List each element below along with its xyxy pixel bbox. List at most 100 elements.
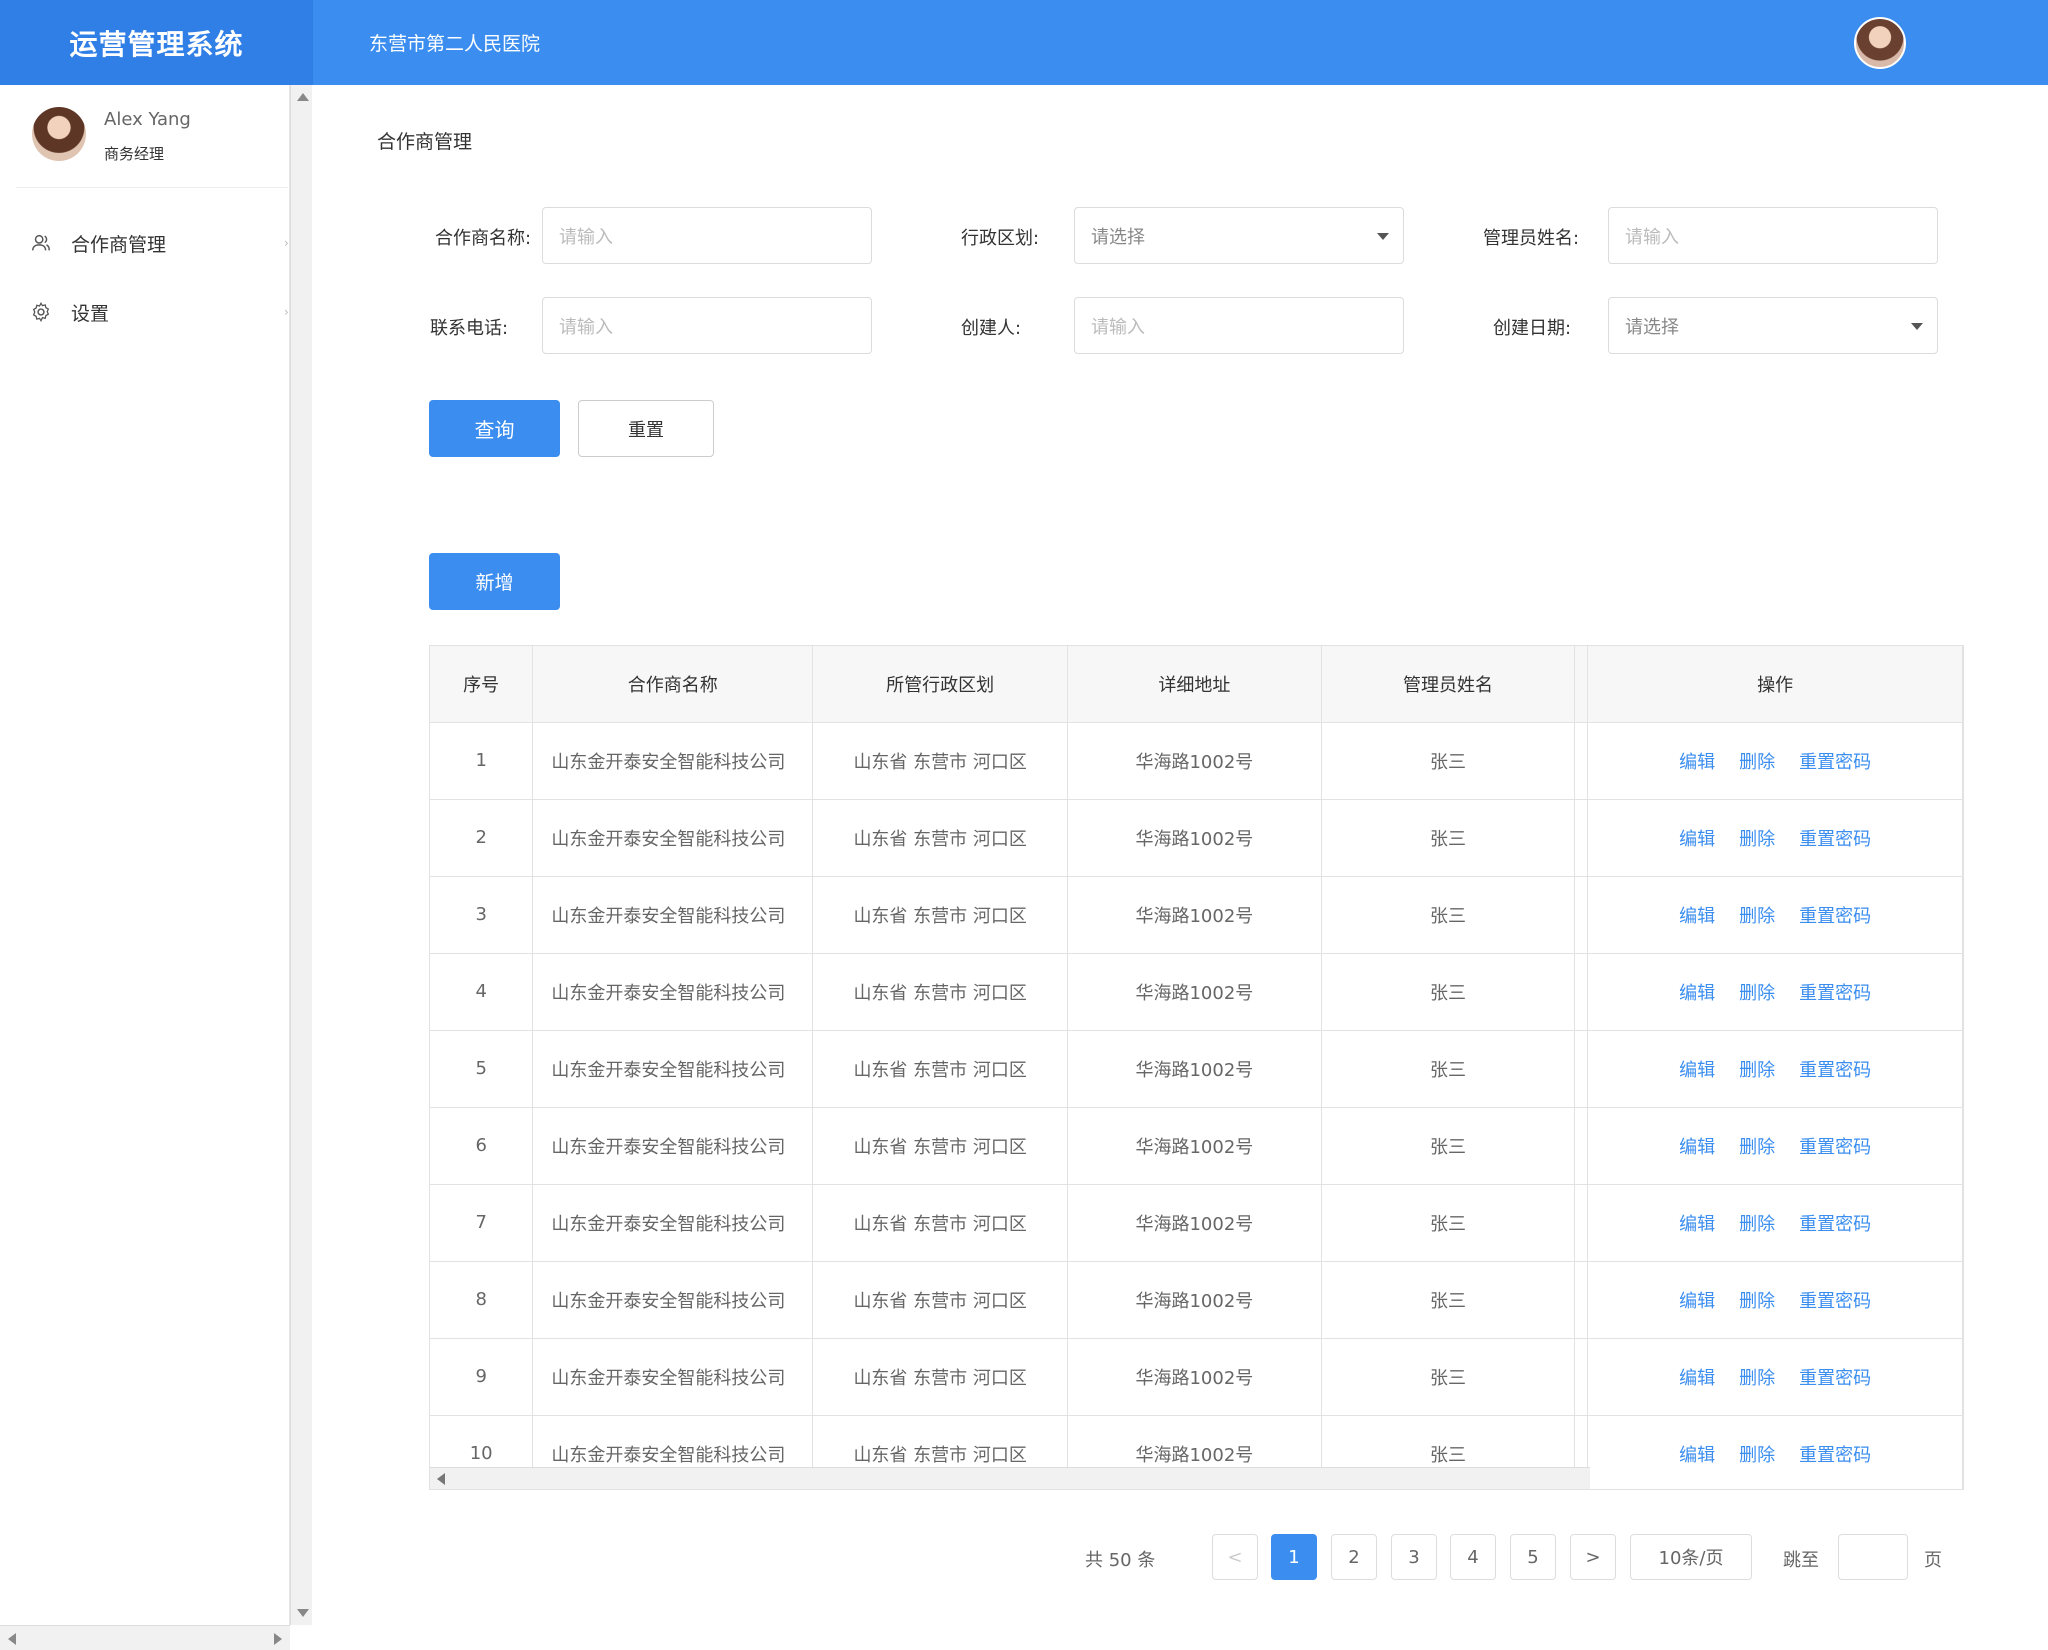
cell-actions: 编辑 删除 重置密码 [1587, 1415, 1963, 1489]
delete-link[interactable]: 删除 [1739, 1214, 1775, 1235]
edit-link[interactable]: 编辑 [1679, 752, 1715, 773]
delete-link[interactable]: 删除 [1739, 906, 1775, 927]
caret-down-icon [1377, 233, 1389, 240]
cell-region: 山东省 东营市 河口区 [812, 1030, 1069, 1108]
cell-admin-name: 张三 [1321, 722, 1576, 800]
partner-table: 序号 合作商名称 所管行政区划 详细地址 管理员姓名 操作 1 山东金开泰安全智能… [429, 645, 1964, 1490]
caret-down-icon [1911, 323, 1923, 330]
app-brand: 运营管理系统 [0, 0, 313, 85]
delete-link[interactable]: 删除 [1739, 983, 1775, 1004]
reset-password-link[interactable]: 重置密码 [1799, 906, 1871, 927]
query-button[interactable]: 查询 [429, 400, 560, 457]
edit-link[interactable]: 编辑 [1679, 829, 1715, 850]
pagination-page-5[interactable]: 5 [1510, 1534, 1556, 1580]
cell-admin-name: 张三 [1321, 876, 1576, 954]
column-header-index: 序号 [430, 646, 534, 723]
cell-actions: 编辑 删除 重置密码 [1587, 722, 1963, 800]
cell-partner-name: 山东金开泰安全智能科技公司 [532, 1107, 814, 1185]
admin-name-input[interactable]: 请输入 [1608, 207, 1938, 264]
region-label: 行政区划: [961, 228, 1040, 249]
cell-address: 华海路1002号 [1067, 1184, 1322, 1262]
sidebar-item-settings[interactable]: 设置 › [0, 287, 290, 337]
pagination-next-button[interactable]: > [1570, 1534, 1616, 1580]
edit-link[interactable]: 编辑 [1679, 1060, 1715, 1081]
delete-link[interactable]: 删除 [1739, 1368, 1775, 1389]
sidebar-item-partner-management[interactable]: 合作商管理 › [0, 218, 290, 268]
table-row: 8 山东金开泰安全智能科技公司 山东省 东营市 河口区 华海路1002号 张三 编辑 删除 重… [430, 1261, 1963, 1339]
edit-link[interactable]: 编辑 [1679, 1214, 1715, 1235]
edit-link[interactable]: 编辑 [1679, 1291, 1715, 1312]
add-button[interactable]: 新增 [429, 553, 560, 610]
edit-link[interactable]: 编辑 [1679, 983, 1715, 1004]
region-select-value: 请选择 [1091, 226, 1145, 248]
reset-password-link[interactable]: 重置密码 [1799, 983, 1871, 1004]
phone-input[interactable]: 请输入 [542, 297, 872, 354]
delete-link[interactable]: 删除 [1739, 829, 1775, 850]
header-avatar[interactable] [1854, 17, 1906, 69]
partner-name-input[interactable]: 请输入 [542, 207, 872, 264]
reset-password-link[interactable]: 重置密码 [1799, 752, 1871, 773]
reset-password-link[interactable]: 重置密码 [1799, 829, 1871, 850]
cell-gap [1574, 1107, 1589, 1185]
reset-password-link[interactable]: 重置密码 [1799, 1291, 1871, 1312]
edit-link[interactable]: 编辑 [1679, 1137, 1715, 1158]
cell-partner-name: 山东金开泰安全智能科技公司 [532, 1184, 814, 1262]
sidebar-vertical-scrollbar[interactable] [290, 85, 312, 1625]
scroll-right-icon[interactable] [274, 1633, 282, 1645]
sidebar-horizontal-scrollbar[interactable] [0, 1625, 290, 1650]
delete-link[interactable]: 删除 [1739, 1445, 1775, 1466]
sidebar-item-label: 设置 [71, 302, 110, 325]
pagination-page-size-select[interactable]: 10条/页 [1630, 1534, 1752, 1580]
edit-link[interactable]: 编辑 [1679, 1368, 1715, 1389]
delete-link[interactable]: 删除 [1739, 1060, 1775, 1081]
partner-name-label: 合作商名称: [435, 228, 532, 249]
reset-password-link[interactable]: 重置密码 [1799, 1060, 1871, 1081]
reset-password-link[interactable]: 重置密码 [1799, 1214, 1871, 1235]
pagination-prev-button[interactable]: < [1212, 1534, 1258, 1580]
scroll-down-icon[interactable] [297, 1609, 309, 1617]
scroll-up-icon[interactable] [297, 93, 309, 101]
edit-link[interactable]: 编辑 [1679, 906, 1715, 927]
reset-password-link[interactable]: 重置密码 [1799, 1368, 1871, 1389]
reset-password-link[interactable]: 重置密码 [1799, 1445, 1871, 1466]
cell-index: 9 [430, 1338, 534, 1416]
gear-icon [32, 302, 50, 323]
cell-gap [1574, 722, 1589, 800]
table-row: 1 山东金开泰安全智能科技公司 山东省 东营市 河口区 华海路1002号 张三 编辑 删除 重… [430, 722, 1963, 800]
scroll-left-icon[interactable] [437, 1473, 445, 1485]
pagination-page-2[interactable]: 2 [1331, 1534, 1377, 1580]
sidebar-divider [16, 187, 288, 188]
admin-name-label: 管理员姓名: [1483, 228, 1580, 249]
table-row: 2 山东金开泰安全智能科技公司 山东省 东营市 河口区 华海路1002号 张三 编辑 删除 重… [430, 799, 1963, 877]
table-row: 6 山东金开泰安全智能科技公司 山东省 东营市 河口区 华海路1002号 张三 编辑 删除 重… [430, 1107, 1963, 1185]
created-date-select[interactable]: 请选择 [1608, 297, 1938, 354]
edit-link[interactable]: 编辑 [1679, 1445, 1715, 1466]
created-date-label: 创建日期: [1493, 318, 1572, 339]
table-row: 9 山东金开泰安全智能科技公司 山东省 东营市 河口区 华海路1002号 张三 编辑 删除 重… [430, 1338, 1963, 1416]
delete-link[interactable]: 删除 [1739, 1137, 1775, 1158]
reset-button[interactable]: 重置 [578, 400, 714, 457]
pagination-jump-input[interactable] [1838, 1534, 1908, 1580]
cell-address: 华海路1002号 [1067, 1338, 1322, 1416]
creator-input[interactable]: 请输入 [1074, 297, 1404, 354]
table-horizontal-scrollbar[interactable] [430, 1467, 1590, 1489]
cell-admin-name: 张三 [1321, 1261, 1576, 1339]
sidebar-item-label: 合作商管理 [71, 233, 167, 256]
cell-address: 华海路1002号 [1067, 876, 1322, 954]
cell-index: 1 [430, 722, 534, 800]
delete-link[interactable]: 删除 [1739, 752, 1775, 773]
cell-region: 山东省 东营市 河口区 [812, 1338, 1069, 1416]
cell-admin-name: 张三 [1321, 1184, 1576, 1262]
column-header-admin-name: 管理员姓名 [1321, 646, 1576, 723]
pagination-page-3[interactable]: 3 [1391, 1534, 1437, 1580]
pagination-page-1[interactable]: 1 [1271, 1534, 1317, 1580]
table-header-row: 序号 合作商名称 所管行政区划 详细地址 管理员姓名 操作 [430, 646, 1963, 723]
cell-actions: 编辑 删除 重置密码 [1587, 1184, 1963, 1262]
table-row: 3 山东金开泰安全智能科技公司 山东省 东营市 河口区 华海路1002号 张三 编辑 删除 重… [430, 876, 1963, 954]
reset-password-link[interactable]: 重置密码 [1799, 1137, 1871, 1158]
scroll-left-icon[interactable] [8, 1633, 16, 1645]
pagination-page-4[interactable]: 4 [1450, 1534, 1496, 1580]
delete-link[interactable]: 删除 [1739, 1291, 1775, 1312]
cell-region: 山东省 东营市 河口区 [812, 1261, 1069, 1339]
region-select[interactable]: 请选择 [1074, 207, 1404, 264]
